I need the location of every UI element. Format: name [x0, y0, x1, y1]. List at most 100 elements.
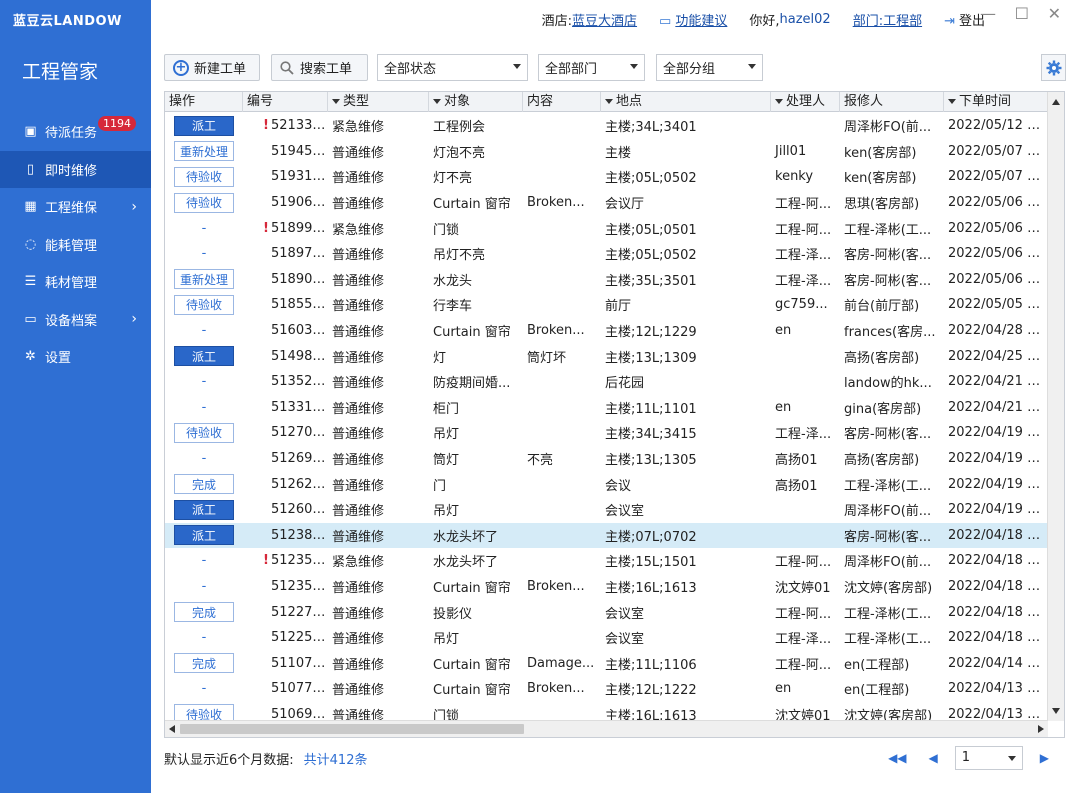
column-header[interactable]: 处理人	[771, 92, 840, 112]
column-header[interactable]: 下单时间	[944, 92, 1048, 112]
department-link[interactable]: 部门:工程部	[853, 10, 922, 29]
sidebar-item[interactable]: ▭ 设备档案 ›	[0, 301, 151, 339]
cell-reporter: en(工程部)	[844, 657, 910, 673]
action-button[interactable]: 完成	[174, 602, 234, 623]
feedback-label[interactable]: 功能建议	[675, 14, 727, 29]
cell-id: ! 5123557	[243, 553, 328, 568]
dispatch-button[interactable]: 派工	[174, 525, 234, 546]
table-row[interactable]: 完成 5110777 普通维修 Curtain 窗帘 Damage... 主楼;11L;1…	[165, 650, 1048, 676]
feedback-link[interactable]: ▭ 功能建议	[659, 10, 727, 29]
action-button[interactable]: 待验收	[174, 192, 234, 213]
column-header[interactable]: 类型	[328, 92, 429, 112]
sort-arrow-icon[interactable]	[605, 99, 613, 104]
action-button[interactable]: 完成	[174, 653, 234, 674]
table-row[interactable]: -! 5123557 紧急维修 水龙头坏了 主楼;15L;1501 工程-阿... 周泽彬F…	[165, 548, 1048, 574]
cell-object: 工程例会	[433, 120, 486, 136]
page-select[interactable]: 1	[954, 746, 1023, 770]
table-row[interactable]: 派工! 5213376 紧急维修 工程例会 主楼;34L;3401 周泽彬FO(前... 2…	[165, 113, 1048, 139]
new-order-button[interactable]: + 新建工单	[164, 54, 260, 81]
scrollbar-thumb[interactable]	[180, 724, 524, 734]
scroll-right-icon[interactable]	[1038, 725, 1044, 733]
table-row[interactable]: 待验收 5185584 普通维修 行李车 前厅 gc759... 前台(前厅部) 2022/0…	[165, 292, 1048, 318]
table-row[interactable]: - 5135257 普通维修 防疫期间婚... 后花园 landow的hk... 2022/…	[165, 369, 1048, 395]
dispatch-button[interactable]: 派工	[174, 346, 234, 367]
sidebar-item[interactable]: ▦ 工程维保 ›	[0, 188, 151, 226]
column-header[interactable]: 编号	[243, 92, 328, 112]
cell-type: 普通维修	[332, 580, 385, 596]
cell-time: 2022/04/19 10:2	[948, 502, 1048, 518]
status-filter-value: 全部状态	[384, 62, 437, 77]
table-row[interactable]: 完成 5126227 普通维修 门 会议 高扬01 工程-泽彬(工... 2022/04/19…	[165, 471, 1048, 497]
cell-time: 2022/04/19 11:1	[948, 476, 1048, 492]
vertical-scrollbar[interactable]	[1047, 92, 1064, 721]
cell-location: 主楼;35L;3501	[605, 273, 697, 289]
action-button[interactable]: 完成	[174, 474, 234, 495]
sort-arrow-icon[interactable]	[433, 99, 441, 104]
action-button[interactable]: 重新处理	[174, 269, 234, 290]
table-row[interactable]: 完成 5122758 普通维修 投影仪 会议室 工程-阿... 工程-泽彬(工... 2022…	[165, 599, 1048, 625]
sidebar-item[interactable]: ▯ 即时维修	[0, 150, 151, 188]
next-page-icon[interactable]: ▶	[1040, 751, 1049, 765]
sort-arrow-icon[interactable]	[332, 99, 340, 104]
sidebar-item[interactable]: ✲ 设置	[0, 338, 151, 376]
cell-id: 5123838	[243, 528, 328, 543]
table-row[interactable]: 派工 5149811 普通维修 灯 筒灯坏 主楼;13L;1309 高扬(客房部) 2022/…	[165, 343, 1048, 369]
table-row[interactable]: 待验收 5193141 普通维修 灯不亮 主楼;05L;0502 kenky ken(客房部…	[165, 164, 1048, 190]
scroll-up-icon[interactable]	[1052, 99, 1060, 105]
horizontal-scrollbar[interactable]	[165, 720, 1048, 737]
dispatch-button[interactable]: 派工	[174, 115, 234, 136]
search-order-button[interactable]: 搜索工单	[271, 54, 368, 81]
minimize-button[interactable]: —	[980, 4, 996, 23]
group-filter-select[interactable]: 全部分组	[656, 54, 763, 81]
cell-handler: 工程-泽...	[775, 427, 832, 443]
cell-location: 主楼;05L;0502	[605, 248, 697, 264]
logout-button[interactable]: ⇥ 登出	[944, 10, 985, 29]
table-row[interactable]: 重新处理 5189084 普通维修 水龙头 主楼;35L;3501 工程-泽... 客房-阿…	[165, 267, 1048, 293]
table-row[interactable]: - 5107729 普通维修 Curtain 窗帘 Broken... 主楼;12L;12…	[165, 676, 1048, 702]
table-row[interactable]: - 5189792 普通维修 吊灯不亮 主楼;05L;0502 工程-泽... 客房-阿彬(…	[165, 241, 1048, 267]
table-row[interactable]: 派工 5123838 普通维修 水龙头坏了 主楼;07L;0702 客房-阿彬(客... 2…	[165, 522, 1048, 549]
order-id: 5126039	[271, 502, 328, 518]
cell-location: 主楼;12L;1222	[605, 683, 697, 699]
column-header[interactable]: 地点	[601, 92, 771, 112]
column-settings-button[interactable]	[1041, 54, 1066, 81]
sidebar-item[interactable]: ◌ 能耗管理	[0, 226, 151, 264]
table-row[interactable]: 重新处理 5194530 普通维修 灯泡不亮 主楼 Jill01 ken(客房部) 2022/…	[165, 139, 1048, 165]
table-row[interactable]: 待验收 5190626 普通维修 Curtain 窗帘 Broken... 会议厅 工程-阿…	[165, 190, 1048, 216]
department-filter-select[interactable]: 全部部门	[538, 54, 645, 81]
sort-arrow-icon[interactable]	[948, 99, 956, 104]
column-header[interactable]: 内容	[523, 92, 601, 112]
column-header[interactable]: 对象	[429, 92, 523, 112]
first-page-icon[interactable]: ◀◀	[888, 751, 906, 765]
table-row[interactable]: - 5133199 普通维修 柜门 主楼;11L;1101 en gina(客房部) 2022…	[165, 395, 1048, 421]
maximize-button[interactable]: ☐	[1015, 4, 1029, 23]
hotel-name-link[interactable]: 蓝豆大酒店	[572, 10, 637, 29]
table-row[interactable]: - 5123550 普通维修 Curtain 窗帘 Broken... 主楼;16L;16…	[165, 574, 1048, 600]
scroll-left-icon[interactable]	[169, 725, 175, 733]
column-header[interactable]: 操作	[165, 92, 243, 112]
table-row[interactable]: - 5160312 普通维修 Curtain 窗帘 Broken... 主楼;12L;12…	[165, 318, 1048, 344]
dispatch-button[interactable]: 派工	[174, 499, 234, 520]
action-button[interactable]: 重新处理	[174, 141, 234, 162]
action-button[interactable]: 待验收	[174, 422, 234, 443]
no-action: -	[201, 451, 207, 467]
table-row[interactable]: 待验收 5127052 普通维修 吊灯 主楼;34L;3415 工程-泽... 客房-阿彬(…	[165, 420, 1048, 446]
column-header[interactable]: 报修人	[840, 92, 944, 112]
close-button[interactable]: ✕	[1048, 4, 1061, 23]
table-row[interactable]: 派工 5126039 普通维修 吊灯 会议室 周泽彬FO(前... 2022/04/19 1…	[165, 497, 1048, 523]
cell-type: 普通维修	[332, 299, 385, 315]
action-button[interactable]: 待验收	[174, 166, 234, 187]
table-row[interactable]: -! 5189951 紧急维修 门锁 主楼;05L;0501 工程-阿... 工程-泽彬(工…	[165, 215, 1048, 241]
table-row[interactable]: - 5122582 普通维修 吊灯 会议室 工程-泽... 工程-泽彬(工... 2022/0…	[165, 625, 1048, 651]
new-order-label: 新建工单	[194, 62, 247, 77]
table-row[interactable]: - 5126969 普通维修 筒灯 不亮 主楼;13L;1305 高扬01 高扬(客房部) 20…	[165, 446, 1048, 472]
prev-page-icon[interactable]: ◀	[929, 751, 938, 765]
action-button[interactable]: 待验收	[174, 294, 234, 315]
app-logo: 蓝豆云LANDOW	[13, 14, 122, 29]
sidebar-item[interactable]: ☰ 耗材管理	[0, 263, 151, 301]
sidebar-item-label: 设备档案	[45, 313, 98, 329]
status-filter-select[interactable]: 全部状态	[377, 54, 528, 81]
sidebar-item[interactable]: ▣ 待派任务 1194	[0, 113, 151, 151]
sort-arrow-icon[interactable]	[775, 99, 783, 104]
scroll-down-icon[interactable]	[1052, 708, 1060, 714]
